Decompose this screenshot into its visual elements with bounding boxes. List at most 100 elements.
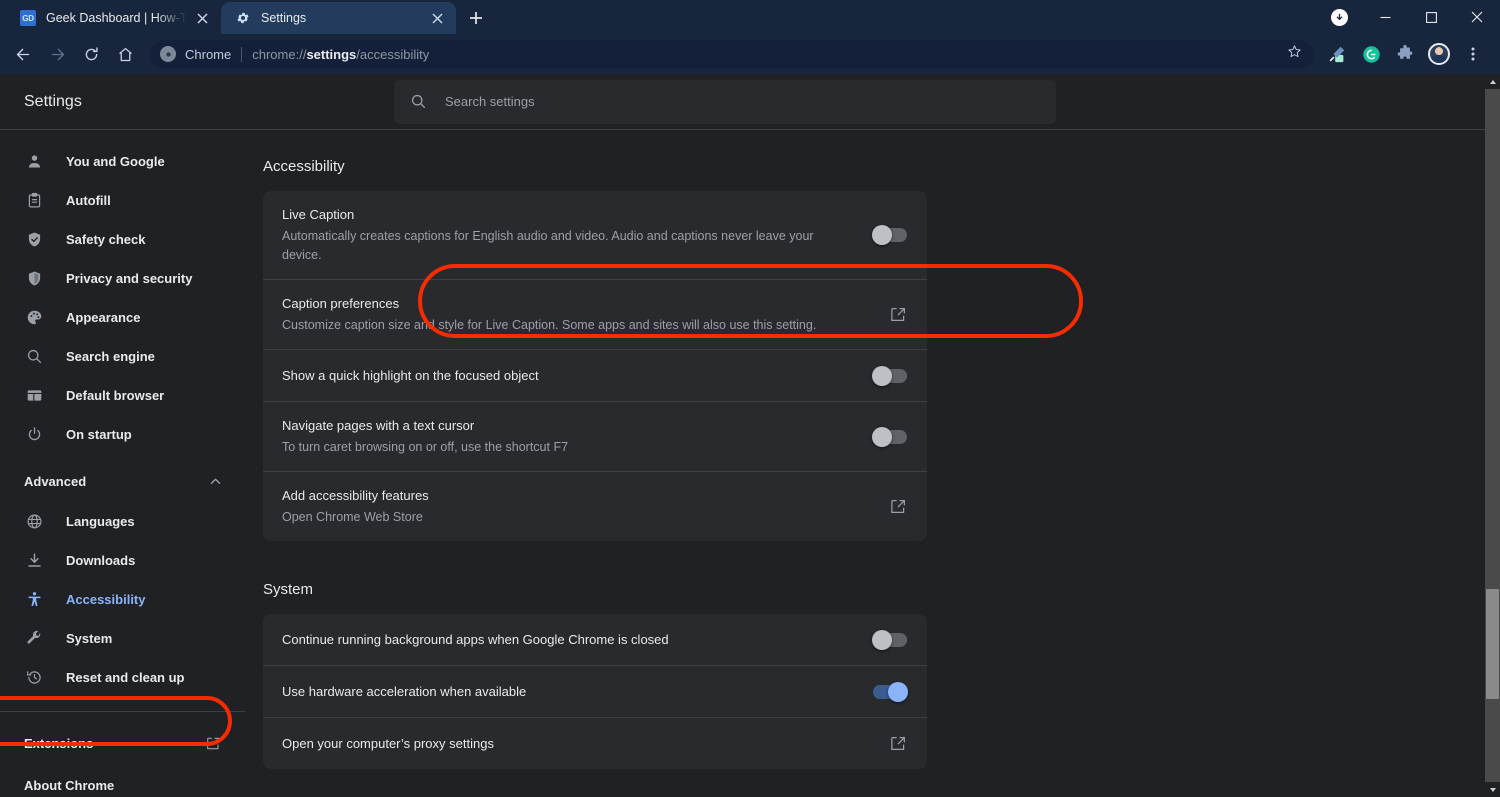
system-settings-card: Continue running background apps when Go… [263, 614, 927, 769]
sidebar-item-search-engine[interactable]: Search engine [0, 337, 245, 376]
sidebar-item-label: About Chrome [24, 777, 115, 793]
setting-row-hardware-acceleration[interactable]: Use hardware acceleration when available [263, 665, 927, 717]
sidebar-item-system[interactable]: System [0, 619, 245, 658]
setting-row-caret-browsing[interactable]: Navigate pages with a text cursor To tur… [263, 401, 927, 471]
home-icon[interactable] [110, 39, 140, 69]
grammarly-icon[interactable] [1356, 39, 1386, 69]
sidebar-item-accessibility[interactable]: Accessibility [0, 580, 245, 619]
setting-row-focus-highlight[interactable]: Show a quick highlight on the focused ob… [263, 349, 927, 401]
sidebar-item-label: Safety check [66, 232, 146, 247]
address-bar[interactable]: Chrome chrome://settings/accessibility [150, 40, 1314, 68]
tab-title: Settings [261, 11, 307, 25]
setting-row-caption-preferences[interactable]: Caption preferences Customize caption si… [263, 279, 927, 349]
search-settings-bar[interactable] [394, 79, 1056, 124]
person-icon [24, 152, 44, 172]
extensions-puzzle-icon[interactable] [1390, 39, 1420, 69]
open-in-new-icon[interactable] [890, 306, 907, 323]
scrollbar-thumb[interactable] [1486, 589, 1499, 699]
reload-icon[interactable] [76, 39, 106, 69]
background-apps-toggle[interactable] [872, 629, 907, 650]
sidebar-item-label: Appearance [66, 310, 141, 325]
profile-avatar[interactable] [1424, 39, 1454, 69]
omnibox-separator [241, 46, 243, 62]
tab-close-icon[interactable] [428, 9, 446, 27]
search-icon [24, 347, 44, 367]
sidebar-item-privacy-and-security[interactable]: Privacy and security [0, 259, 245, 298]
sidebar-item-autofill[interactable]: Autofill [0, 181, 245, 220]
scroll-up-arrow-icon[interactable] [1485, 74, 1500, 89]
hardware-acceleration-toggle[interactable] [873, 681, 908, 702]
globe-icon [24, 512, 44, 532]
page-scrollbar[interactable] [1485, 74, 1500, 797]
chrome-site-icon [160, 46, 176, 62]
setting-row-add-accessibility-features[interactable]: Add accessibility features Open Chrome W… [263, 471, 927, 541]
setting-title: Use hardware acceleration when available [282, 684, 527, 699]
wrench-icon [24, 629, 44, 649]
tab-close-icon[interactable] [193, 9, 211, 27]
sidebar-item-label: On startup [66, 427, 132, 442]
setting-title: Live Caption [282, 207, 355, 222]
sidebar-item-appearance[interactable]: Appearance [0, 298, 245, 337]
download-icon[interactable] [1316, 0, 1362, 34]
sidebar-item-reset-and-clean-up[interactable]: Reset and clean up [0, 658, 245, 697]
sidebar-divider [0, 711, 245, 712]
open-in-new-icon[interactable] [890, 498, 907, 515]
download-icon [24, 551, 44, 571]
tab-title: Geek Dashboard | How-To's, Sma [46, 11, 187, 25]
sidebar-item-safety-check[interactable]: Safety check [0, 220, 245, 259]
forward-icon[interactable] [42, 39, 72, 69]
browser-tab-settings[interactable]: Settings [221, 2, 456, 34]
section-heading-system: System [263, 581, 314, 598]
setting-row-live-caption[interactable]: Live Caption Automatically creates capti… [263, 191, 927, 279]
caret-browsing-toggle[interactable] [872, 426, 907, 447]
open-in-new-icon [206, 736, 221, 751]
open-in-new-icon[interactable] [890, 735, 907, 752]
window-controls [1316, 0, 1500, 34]
new-tab-button[interactable] [462, 4, 490, 32]
scroll-down-arrow-icon[interactable] [1485, 782, 1500, 797]
sidebar-item-extensions[interactable]: Extensions [0, 722, 245, 764]
shield-check-icon [24, 230, 44, 250]
window-close-button[interactable] [1454, 0, 1500, 34]
window-minimize-button[interactable] [1362, 0, 1408, 34]
sidebar-item-label: Search engine [66, 349, 155, 364]
sidebar-item-downloads[interactable]: Downloads [0, 541, 245, 580]
sidebar-item-default-browser[interactable]: Default browser [0, 376, 245, 415]
omnibox-url: chrome://settings/accessibility [252, 47, 429, 62]
browser-tab-geek-dashboard[interactable]: GD Geek Dashboard | How-To's, Sma [6, 2, 221, 34]
scrollbar-track[interactable] [1485, 89, 1500, 782]
sidebar-item-label: Accessibility [66, 592, 146, 607]
search-input[interactable] [445, 94, 1040, 109]
setting-title: Show a quick highlight on the focused ob… [282, 368, 539, 383]
url-suffix: /accessibility [356, 46, 430, 62]
tab-strip: GD Geek Dashboard | How-To's, Sma Settin… [0, 0, 1500, 34]
search-icon [410, 93, 427, 110]
sidebar-advanced-toggle[interactable]: Advanced [0, 460, 245, 502]
browser-window-icon [24, 386, 44, 406]
live-caption-toggle[interactable] [872, 225, 907, 245]
settings-body: You and Google Autofill Safety check Pri… [0, 130, 1500, 797]
setting-title: Navigate pages with a text cursor [282, 418, 475, 433]
sidebar-item-label: Extensions [24, 735, 94, 751]
setting-row-background-apps[interactable]: Continue running background apps when Go… [263, 614, 927, 665]
sidebar-item-on-startup[interactable]: On startup [0, 415, 245, 454]
chrome-menu-icon[interactable] [1458, 39, 1488, 69]
page-title: Settings [24, 92, 82, 110]
accessibility-person-icon [24, 590, 44, 610]
sidebar-item-label: Autofill [66, 193, 111, 208]
setting-row-proxy-settings[interactable]: Open your computer’s proxy settings [263, 717, 927, 769]
sidebar-item-label: System [66, 631, 113, 646]
back-icon[interactable] [8, 39, 38, 69]
chevron-up-icon [210, 476, 221, 487]
clipboard-icon [24, 191, 44, 211]
setting-title: Add accessibility features [282, 488, 429, 503]
focus-highlight-toggle[interactable] [872, 365, 907, 386]
palette-icon [24, 308, 44, 328]
eyedropper-extension-icon[interactable] [1322, 39, 1352, 69]
sidebar-item-you-and-google[interactable]: You and Google [0, 142, 245, 181]
bookmark-star-icon[interactable] [1287, 44, 1302, 64]
window-maximize-button[interactable] [1408, 0, 1454, 34]
sidebar-item-languages[interactable]: Languages [0, 502, 245, 541]
sidebar-advanced-label: Advanced [24, 473, 87, 489]
sidebar-item-about-chrome[interactable]: About Chrome [0, 764, 245, 797]
